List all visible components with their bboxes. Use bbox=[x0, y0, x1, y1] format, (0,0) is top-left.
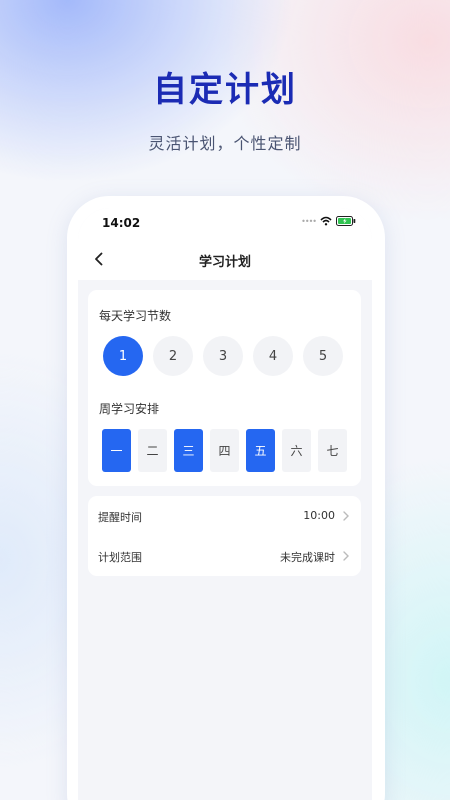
phone-screen: 14:02 •••• 学习计划 每天学习节数 1 2 3 4 5 周学习安排 一… bbox=[78, 208, 372, 800]
reminder-time-value: 10:00 bbox=[303, 509, 335, 522]
status-icons: •••• bbox=[301, 216, 356, 226]
weekday-option[interactable]: 二 bbox=[138, 429, 167, 472]
reminder-time-label: 提醒时间 bbox=[98, 511, 142, 524]
weekly-schedule-label: 周学习安排 bbox=[99, 402, 160, 416]
page-title: 学习计划 bbox=[198, 255, 251, 270]
signal-icon: •••• bbox=[301, 216, 317, 226]
weekday-option[interactable]: 七 bbox=[318, 429, 347, 472]
weekday-option[interactable]: 三 bbox=[174, 429, 203, 472]
lesson-count-option[interactable]: 4 bbox=[253, 336, 293, 376]
lessons-per-day-label: 每天学习节数 bbox=[99, 309, 172, 323]
weekday-option[interactable]: 五 bbox=[246, 429, 275, 472]
lesson-count-option[interactable]: 1 bbox=[103, 336, 143, 376]
status-bar: 14:02 •••• bbox=[78, 208, 372, 240]
weekday-option[interactable]: 四 bbox=[210, 429, 239, 472]
weekday-option[interactable]: 六 bbox=[282, 429, 311, 472]
lesson-count-option[interactable]: 2 bbox=[153, 336, 193, 376]
wifi-icon bbox=[320, 216, 332, 226]
plan-scope-row[interactable]: 计划范围 未完成课时 bbox=[88, 536, 361, 576]
chevron-right-icon bbox=[343, 551, 349, 561]
status-time: 14:02 bbox=[102, 216, 141, 230]
lesson-count-option[interactable]: 3 bbox=[203, 336, 243, 376]
promo-title: 自定计划 bbox=[153, 70, 297, 110]
chevron-right-icon bbox=[343, 511, 349, 521]
promo-subtitle: 灵活计划，个性定制 bbox=[148, 134, 302, 153]
lesson-count-option[interactable]: 5 bbox=[303, 336, 343, 376]
nav-bar: 学习计划 bbox=[78, 240, 372, 280]
lessons-per-day-options: 1 2 3 4 5 bbox=[103, 336, 343, 376]
plan-options-card: 提醒时间 10:00 计划范围 未完成课时 bbox=[88, 496, 361, 576]
plan-scope-label: 计划范围 bbox=[98, 551, 142, 564]
plan-settings-card: 每天学习节数 1 2 3 4 5 周学习安排 一 二 三 四 五 六 七 bbox=[88, 290, 361, 486]
weekday-options: 一 二 三 四 五 六 七 bbox=[102, 429, 347, 472]
plan-scope-value: 未完成课时 bbox=[280, 551, 335, 564]
weekday-option[interactable]: 一 bbox=[102, 429, 131, 472]
battery-charging-icon bbox=[336, 216, 356, 226]
reminder-time-row[interactable]: 提醒时间 10:00 bbox=[88, 496, 361, 536]
